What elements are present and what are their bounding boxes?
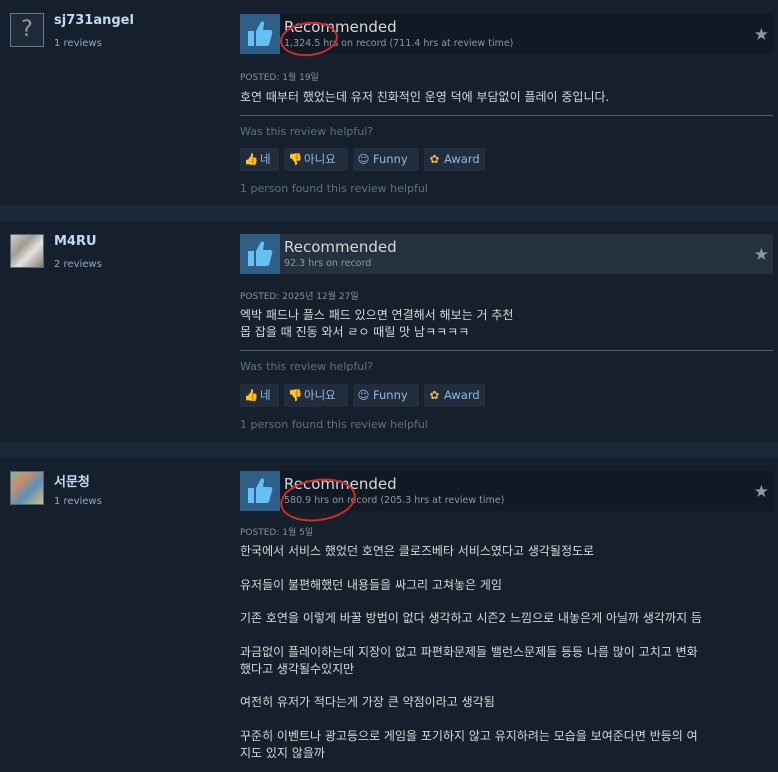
found-helpful-text: 1 person found this review helpful <box>240 182 428 195</box>
vote-yes-button[interactable]: 👍 네 <box>240 384 279 407</box>
author-name[interactable]: 서문청 <box>54 471 90 490</box>
smiley-icon: ☺ <box>357 388 370 402</box>
divider <box>240 115 773 116</box>
award-icon: ✿ <box>429 388 440 402</box>
recommendation-title: Recommended <box>284 238 397 256</box>
thumbs-down-icon: 👎 <box>288 152 303 166</box>
thumbs-up-icon <box>240 234 280 274</box>
thumbs-down-icon: 👎 <box>288 388 303 402</box>
vote-funny-button[interactable]: ☺ Funny <box>353 384 419 407</box>
review-card: M4RU 2 reviews Recommended 92.3 hrs on r… <box>0 221 778 442</box>
divider <box>240 350 773 351</box>
vote-yes-label: 네 <box>260 388 271 402</box>
award-button[interactable]: ✿ Award <box>424 148 485 171</box>
vote-funny-label: Funny <box>373 152 408 166</box>
user-avatar[interactable] <box>10 234 44 268</box>
review-body: 호연 때부터 했었는데 유저 친화적인 운영 덕에 부담없이 플레이 중입니다. <box>240 89 778 106</box>
award-label: Award <box>444 152 480 166</box>
hours-on-record: 92.3 hrs on record <box>284 258 372 269</box>
review-body: 한국에서 서비스 했었던 호연은 클로즈베타 서비스였다고 생각될정도로 유저들… <box>240 543 778 761</box>
found-helpful-text: 1 person found this review helpful <box>240 418 428 431</box>
review-header[interactable]: Recommended 92.3 hrs on record ★ <box>240 234 773 274</box>
helpful-question: Was this review helpful? <box>240 125 374 138</box>
thumbs-up-icon <box>240 14 280 54</box>
review-paragraph: 기존 호연을 이렇게 바꿀 방법이 없다 생각하고 시즌2 느낌으로 내놓은게 … <box>240 611 702 626</box>
review-card: ? sj731angel 1 reviews Recommended 1,324… <box>0 0 778 205</box>
author-review-count[interactable]: 1 reviews <box>54 496 102 507</box>
question-mark-avatar[interactable]: ? <box>10 13 44 47</box>
posted-date: POSTED: 1월 19일 <box>240 73 319 83</box>
vote-no-button[interactable]: 👎 아니요 <box>284 148 348 171</box>
star-icon[interactable]: ★ <box>754 25 769 45</box>
review-paragraph: 몹 잡을 때 진동 와서 ㄹㅇ 때릴 맛 남ㅋㅋㅋㅋ <box>240 324 470 339</box>
vote-no-label: 아니요 <box>304 152 336 166</box>
vote-yes-button[interactable]: 👍 네 <box>240 148 279 171</box>
vote-yes-label: 네 <box>260 152 271 166</box>
vote-funny-label: Funny <box>373 388 408 402</box>
review-paragraph: 엑박 패드나 플스 패드 있으면 연결해서 해보는 거 추천 <box>240 308 514 322</box>
helpful-question: Was this review helpful? <box>240 360 374 373</box>
review-card: 서문청 1 reviews Recommended 580.9 hrs on r… <box>0 458 778 772</box>
star-icon[interactable]: ★ <box>754 245 769 265</box>
smiley-icon: ☺ <box>357 152 370 166</box>
review-paragraph: 유저들이 불편해했던 내용들을 싸그리 고쳐놓은 게임 <box>240 577 502 592</box>
award-label: Award <box>444 388 480 402</box>
vote-no-label: 아니요 <box>304 388 336 402</box>
thumbs-up-icon <box>240 471 280 511</box>
review-paragraph: 여전히 유저가 적다는게 가장 큰 약점이라고 생각됨 <box>240 695 495 710</box>
review-paragraph: 지도 있지 않을까 <box>240 745 325 760</box>
review-paragraph: 했다고 생각될수있지만 <box>240 661 355 676</box>
thumbs-up-icon: 👍 <box>244 152 259 166</box>
review-paragraph: 호연 때부터 했었는데 유저 친화적인 운영 덕에 부담없이 플레이 중입니다. <box>240 90 610 104</box>
thumbs-up-icon: 👍 <box>244 388 259 402</box>
author-name[interactable]: sj731angel <box>54 13 134 28</box>
user-avatar[interactable] <box>10 471 44 505</box>
vote-funny-button[interactable]: ☺ Funny <box>353 148 419 171</box>
author-review-count[interactable]: 1 reviews <box>54 38 102 49</box>
author-name[interactable]: M4RU <box>54 234 97 249</box>
posted-date: POSTED: 1월 5일 <box>240 528 314 538</box>
review-paragraph: 한국에서 서비스 했었던 호연은 클로즈베타 서비스였다고 생각될정도로 <box>240 544 595 558</box>
review-body: 엑박 패드나 플스 패드 있으면 연결해서 해보는 거 추천 몹 잡을 때 진동… <box>240 307 778 341</box>
star-icon[interactable]: ★ <box>754 482 769 502</box>
vote-no-button[interactable]: 👎 아니요 <box>284 384 348 407</box>
review-paragraph: 과금없이 플레이하는데 지장이 없고 파편화문제들 밸런스문제들 등등 나름 많… <box>240 644 698 659</box>
award-icon: ✿ <box>429 152 440 166</box>
posted-date: POSTED: 2025년 12월 27일 <box>240 292 359 302</box>
award-button[interactable]: ✿ Award <box>424 384 485 407</box>
review-paragraph: 꾸준히 이벤트나 광고등으로 게임을 포기하지 않고 유지하려는 모습을 보여준… <box>240 728 698 743</box>
author-review-count[interactable]: 2 reviews <box>54 259 102 270</box>
